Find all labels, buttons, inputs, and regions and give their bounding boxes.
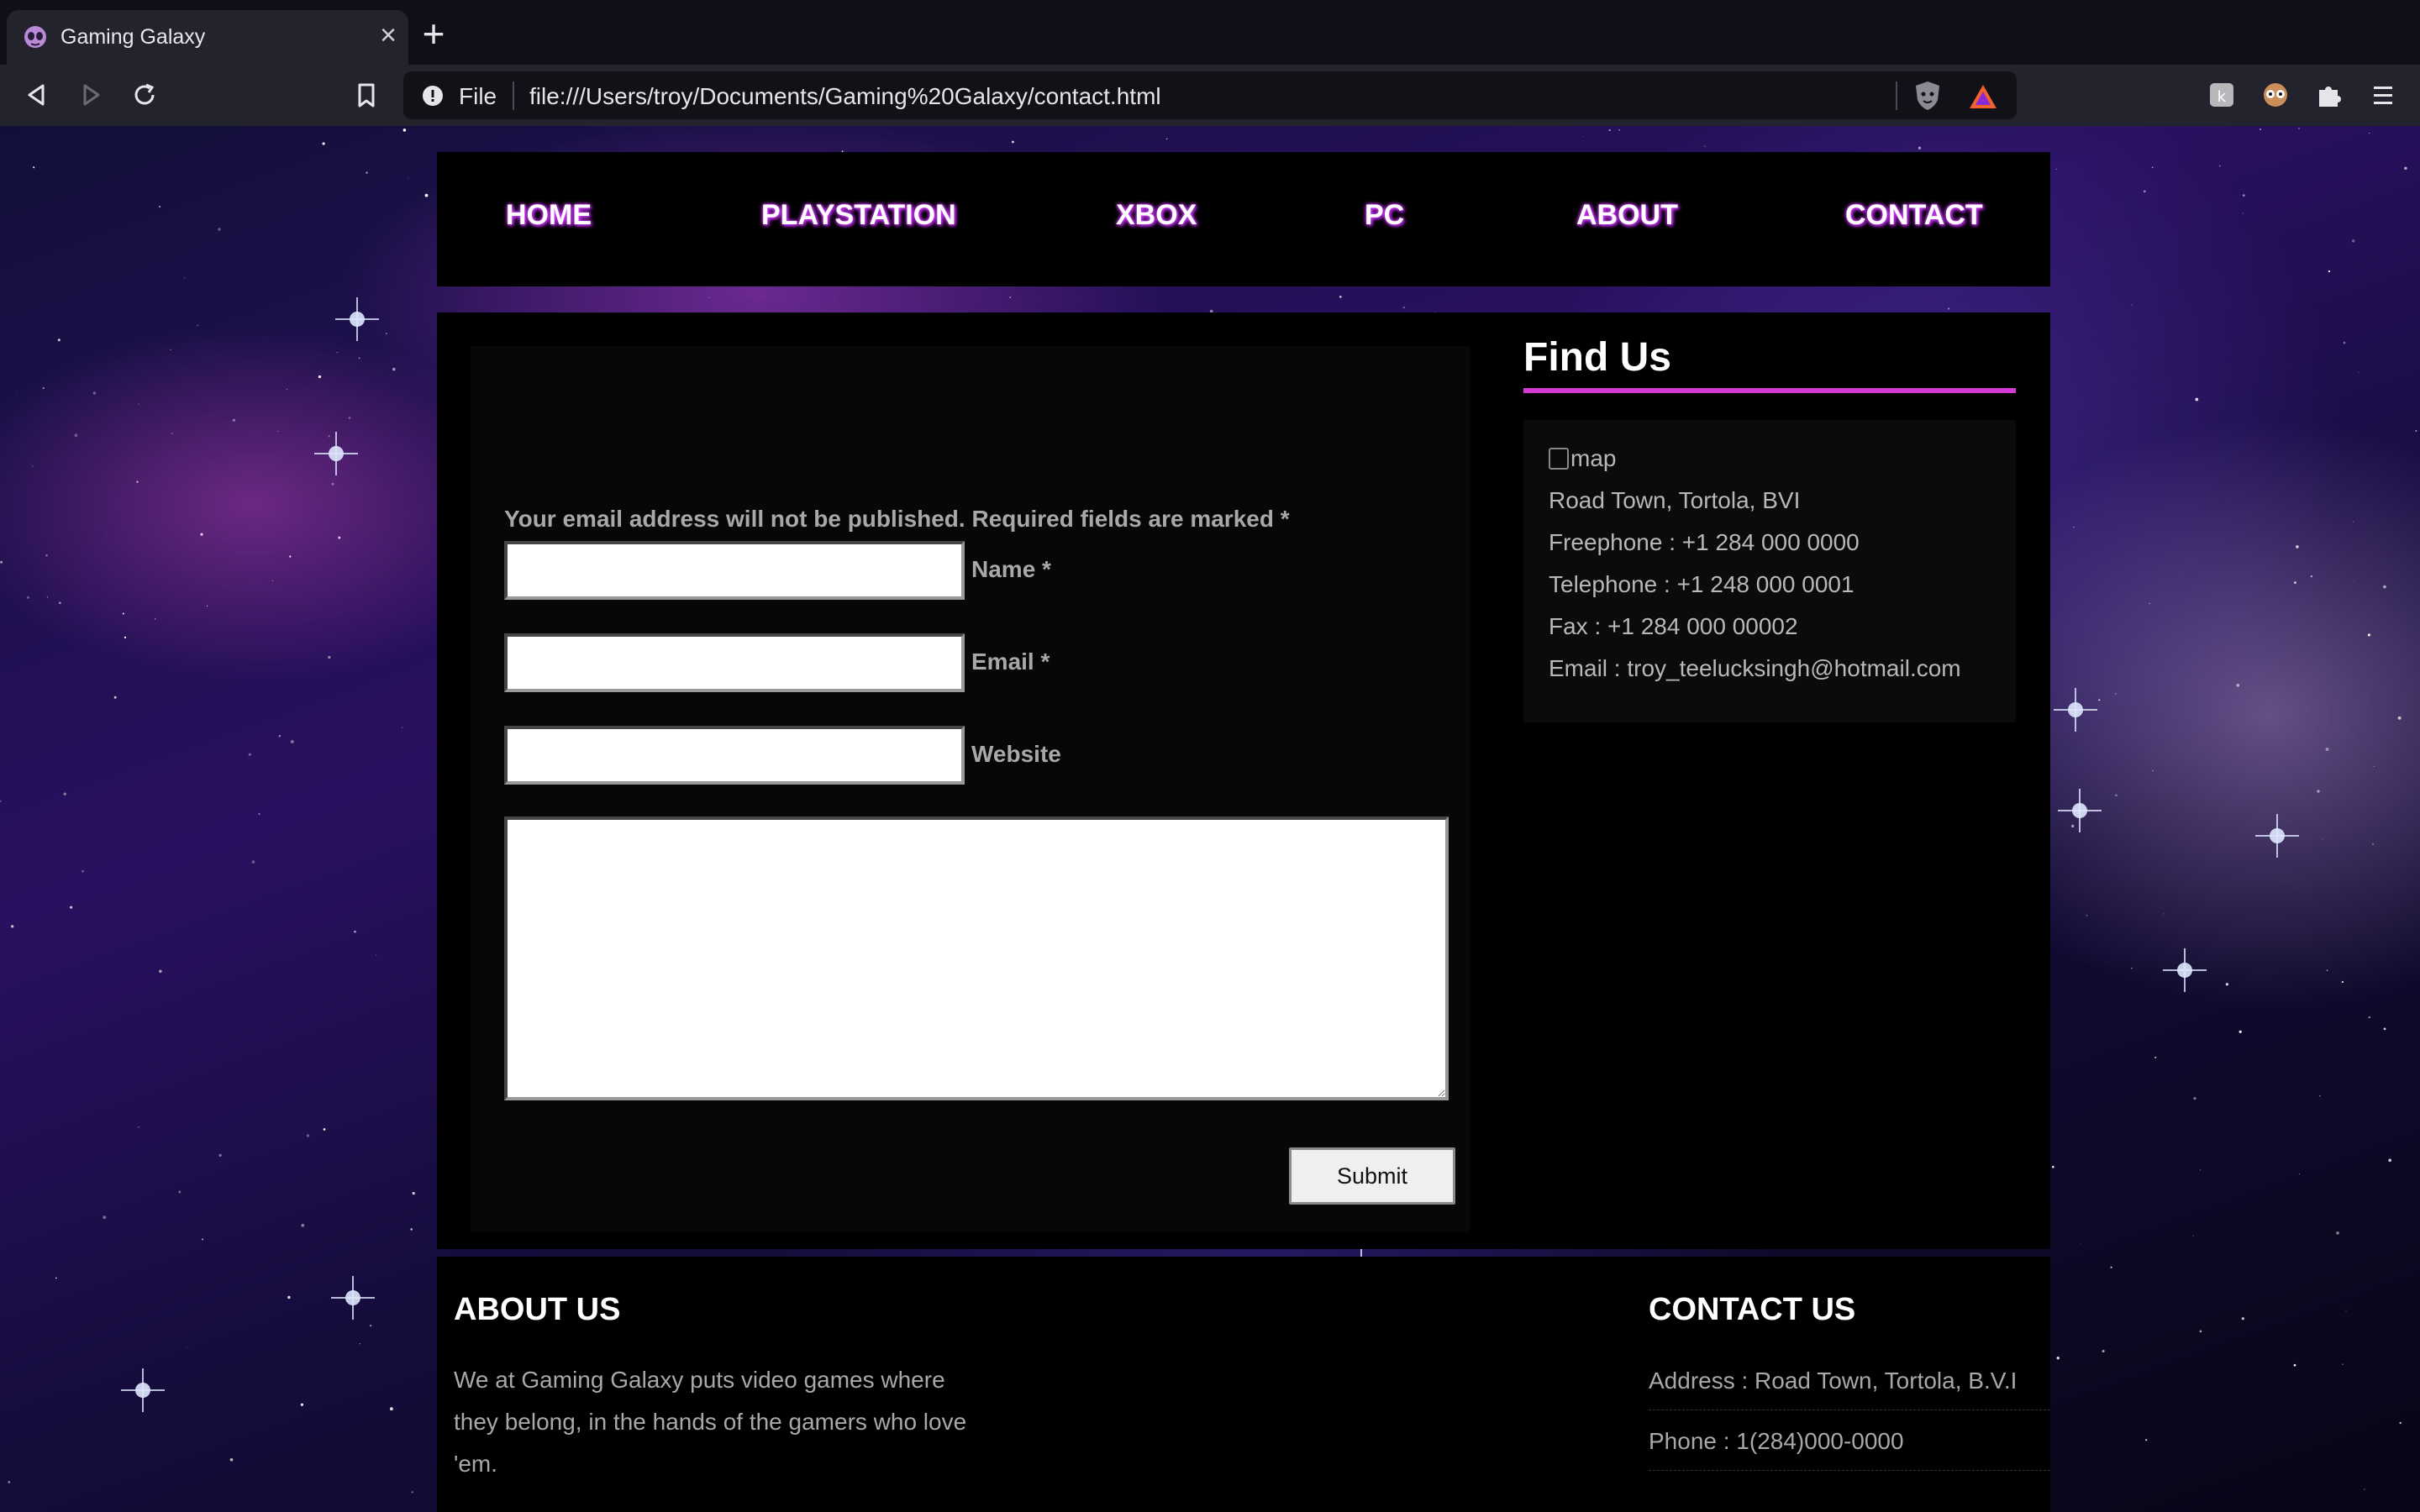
submit-button[interactable]: Submit bbox=[1289, 1147, 1455, 1205]
svg-text:k: k bbox=[2217, 88, 2227, 106]
find-us-title: Find Us bbox=[1523, 335, 1671, 380]
find-us-fax: Fax : +1 284 000 00002 bbox=[1549, 613, 1798, 639]
brave-shield-icon[interactable] bbox=[1912, 80, 1943, 112]
email-label: Email * bbox=[971, 648, 1050, 675]
extension-k-icon[interactable]: k bbox=[2205, 78, 2238, 112]
name-field[interactable] bbox=[504, 541, 965, 600]
broken-image-icon bbox=[1549, 448, 1569, 470]
nav-about[interactable]: ABOUT bbox=[1576, 199, 1678, 232]
nav-playstation[interactable]: PLAYSTATION bbox=[761, 199, 956, 232]
page-footer: ABOUT US We at Gaming Galaxy puts video … bbox=[437, 1257, 2050, 1512]
page-viewport: HOME PLAYSTATION XBOX PC ABOUT CONTACT Y… bbox=[0, 126, 2420, 1512]
email-field[interactable] bbox=[504, 633, 965, 692]
about-us-title: ABOUT US bbox=[454, 1292, 621, 1327]
nav-home[interactable]: HOME bbox=[506, 199, 592, 232]
map-alt-text: map bbox=[1570, 445, 1617, 471]
find-us-address: Road Town, Tortola, BVI bbox=[1549, 487, 1801, 513]
find-us-box: map Road Town, Tortola, BVI Freephone : … bbox=[1523, 420, 2016, 722]
info-icon[interactable] bbox=[422, 85, 444, 107]
form-notes: Your email address will not be published… bbox=[504, 506, 1290, 532]
about-us-text: We at Gaming Galaxy puts video games whe… bbox=[454, 1367, 967, 1477]
nav-pc[interactable]: PC bbox=[1365, 199, 1404, 232]
main-navigation: HOME PLAYSTATION XBOX PC ABOUT CONTACT bbox=[437, 152, 2050, 286]
alien-favicon-icon bbox=[24, 26, 46, 48]
brave-rewards-icon[interactable] bbox=[1968, 83, 1998, 110]
browser-tab[interactable]: Gaming Galaxy × bbox=[7, 10, 408, 65]
tab-strip: Gaming Galaxy × + bbox=[0, 0, 2420, 65]
find-us-freephone: Freephone : +1 284 000 0000 bbox=[1549, 529, 1860, 555]
contact-us-phone: Phone : 1(284)000-0000 bbox=[1649, 1428, 2050, 1471]
back-icon[interactable] bbox=[20, 78, 54, 112]
name-label: Name * bbox=[971, 556, 1051, 582]
omnibox-divider bbox=[1896, 81, 1897, 110]
forward-icon[interactable] bbox=[74, 78, 108, 112]
scheme-label: File bbox=[459, 83, 497, 109]
main-content: Your email address will not be published… bbox=[437, 312, 2050, 1249]
bookmark-icon[interactable] bbox=[350, 78, 383, 112]
extensions-puzzle-icon[interactable] bbox=[2312, 78, 2346, 112]
find-us-telephone: Telephone : +1 248 000 0001 bbox=[1549, 571, 1854, 597]
website-field[interactable] bbox=[504, 726, 965, 785]
extension-owl-icon[interactable] bbox=[2259, 78, 2292, 112]
find-us-email: Email : troy_teelucksingh@hotmail.com bbox=[1549, 655, 1961, 681]
browser-toolbar: File file:///Users/troy/Documents/Gaming… bbox=[0, 65, 2420, 126]
website-label: Website bbox=[971, 741, 1061, 767]
url-text[interactable]: file:///Users/troy/Documents/Gaming%20Ga… bbox=[529, 83, 1161, 110]
reload-icon[interactable] bbox=[128, 78, 161, 112]
menu-icon[interactable] bbox=[2366, 78, 2400, 112]
close-tab-icon[interactable]: × bbox=[373, 20, 403, 50]
comment-textarea[interactable] bbox=[504, 816, 1449, 1100]
contact-us-address: Address : Road Town, Tortola, B.V.I bbox=[1649, 1368, 2050, 1410]
nav-xbox[interactable]: XBOX bbox=[1116, 199, 1197, 232]
comment-form: Your email address will not be published… bbox=[471, 346, 1470, 1232]
omnibox-divider bbox=[513, 81, 514, 110]
contact-us-title: CONTACT US bbox=[1649, 1292, 1856, 1327]
new-tab-button[interactable]: + bbox=[417, 14, 450, 53]
find-us-underline bbox=[1523, 388, 2016, 393]
nav-contact[interactable]: CONTACT bbox=[1845, 199, 1983, 232]
tab-title: Gaming Galaxy bbox=[60, 25, 206, 49]
map-image: map bbox=[1549, 445, 1616, 472]
address-bar[interactable]: File file:///Users/troy/Documents/Gaming… bbox=[403, 71, 2017, 119]
